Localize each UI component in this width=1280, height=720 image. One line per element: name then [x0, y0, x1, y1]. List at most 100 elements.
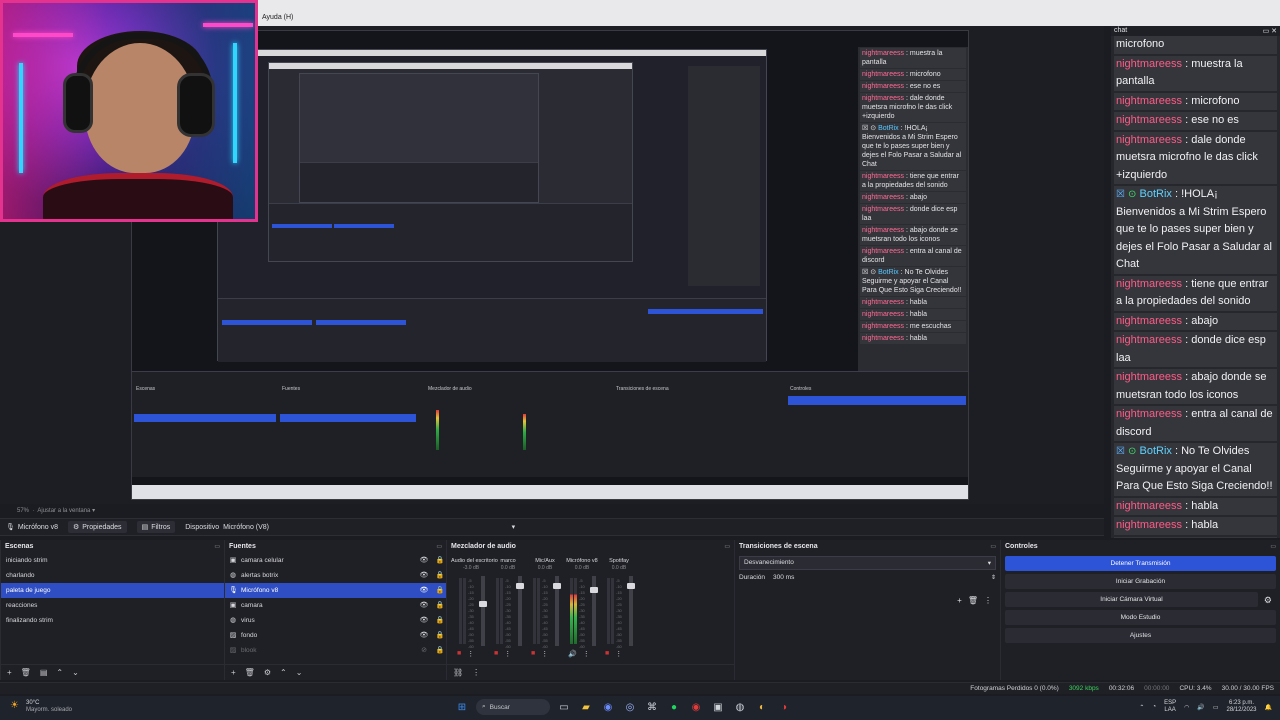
chat-username[interactable]: nightmareess — [862, 95, 904, 102]
dock-menu-icon[interactable]: ▭ — [214, 543, 220, 550]
close-icon[interactable]: ▭ ✕ — [1263, 27, 1277, 35]
more-icon[interactable]: ⋮ — [467, 650, 474, 658]
eye-icon[interactable]: 👁 — [418, 598, 430, 613]
chat-username[interactable]: nightmareess — [862, 299, 904, 306]
language-indicator[interactable]: ESP LAA — [1164, 700, 1176, 714]
chat-username[interactable]: BotRix — [878, 269, 899, 276]
source-item[interactable]: ▣ camara celular 👁 🔒 — [225, 553, 446, 568]
lock-icon[interactable]: 🔒 — [434, 643, 446, 658]
more-icon[interactable]: ⋮ — [541, 650, 548, 658]
teams-icon[interactable]: ◉ — [600, 699, 616, 715]
arrow-up-icon[interactable]: ⌃ — [56, 668, 63, 677]
start-virtual-camera-button[interactable]: Iniciar Cámara Virtual — [1005, 592, 1258, 607]
fader-handle[interactable] — [479, 600, 487, 607]
lock-icon[interactable]: 🔒 — [434, 598, 446, 613]
lock-icon[interactable]: 🔒 — [434, 568, 446, 583]
chat-username[interactable]: nightmareess — [1116, 95, 1182, 107]
chevron-down-icon[interactable]: ▾ — [92, 508, 95, 514]
muted-speaker-icon[interactable]: ■ — [605, 650, 609, 658]
fader-handle[interactable] — [627, 583, 635, 589]
duration-input[interactable]: 300 ms — [773, 574, 983, 581]
lock-icon[interactable]: 🔒 — [434, 583, 446, 598]
menu-help[interactable]: Ayuda (H) — [262, 14, 293, 21]
more-icon[interactable]: ⋮ — [583, 650, 590, 658]
add-icon[interactable]: + — [231, 668, 236, 677]
chat-username[interactable]: nightmareess — [1116, 134, 1182, 146]
dock-menu-icon[interactable]: ▭ — [436, 543, 442, 550]
arrow-down-icon[interactable]: ⌄ — [72, 668, 79, 677]
wifi-icon[interactable]: ◠ — [1184, 704, 1189, 711]
battery-icon[interactable]: ▭ — [1213, 704, 1219, 711]
record-icon[interactable]: ◉ — [688, 699, 704, 715]
chat-username[interactable]: nightmareess — [1116, 114, 1182, 126]
studio-mode-button[interactable]: Modo Estudio — [1005, 610, 1276, 625]
chat-username[interactable]: nightmareess — [1116, 371, 1182, 383]
windows-start-icon[interactable]: ⊞ — [454, 699, 470, 715]
device-select[interactable]: Micrófono (V8) ▾ — [223, 523, 519, 532]
chat-username[interactable]: nightmareess — [1116, 278, 1182, 290]
chrome-icon[interactable]: ◐ — [754, 699, 770, 715]
chat-username[interactable]: BotRix — [1139, 445, 1171, 457]
chat-username[interactable]: nightmareess — [1116, 315, 1182, 327]
volume-icon[interactable]: 🔊 — [1197, 704, 1204, 711]
fader-handle[interactable] — [590, 586, 598, 593]
chat-username[interactable]: nightmareess — [862, 335, 904, 342]
filters-button[interactable]: ▤ Filtros — [136, 521, 176, 533]
chat-username[interactable]: BotRix — [1139, 188, 1171, 200]
chat-username[interactable]: nightmareess — [862, 248, 904, 255]
taskbar-search[interactable]: ⌕ Buscar — [476, 699, 550, 715]
arrow-up-icon[interactable]: ⌃ — [280, 668, 287, 677]
clock[interactable]: 6:23 p.m. 28/12/2023 — [1226, 700, 1256, 714]
eye-icon[interactable]: 👁 — [418, 628, 430, 643]
chat-username[interactable]: nightmareess — [862, 173, 904, 180]
lock-icon[interactable]: 🔒 — [434, 613, 446, 628]
gear-icon[interactable]: ⚙ — [264, 668, 271, 677]
spinner-icon[interactable]: ⇕ — [991, 574, 996, 581]
filter-icon[interactable]: ▤ — [40, 668, 48, 677]
task-view-icon[interactable]: ▭ — [556, 699, 572, 715]
transition-select[interactable]: Desvanecimiento ▾ — [739, 556, 996, 570]
fit-window-label[interactable]: Ajustar a la ventana — [37, 508, 90, 514]
chat-username[interactable]: nightmareess — [862, 194, 904, 201]
chat-username[interactable]: nightmareess — [862, 50, 904, 57]
scene-item[interactable]: paleta de juego — [1, 583, 224, 598]
notifications-icon[interactable]: 🔔 — [1265, 704, 1272, 711]
folder-icon[interactable]: ▰ — [578, 699, 594, 715]
eye-icon[interactable]: 👁 — [418, 583, 430, 598]
gear-icon[interactable]: ⚙ — [1264, 595, 1272, 606]
spotify-icon[interactable]: ● — [666, 699, 682, 715]
chat-username[interactable]: nightmareess — [862, 227, 904, 234]
eye-icon[interactable]: 👁 — [418, 613, 430, 628]
add-icon[interactable]: + — [7, 668, 12, 677]
muted-speaker-icon[interactable]: ■ — [494, 650, 498, 658]
app-icon[interactable]: ▣ — [710, 699, 726, 715]
source-item[interactable]: ▨ blook ⊘ 🔒 — [225, 643, 446, 658]
more-icon[interactable]: ⋮ — [984, 596, 992, 605]
trash-icon[interactable]: 🗑 — [245, 668, 255, 677]
chat-username[interactable]: nightmareess — [1116, 334, 1182, 346]
scene-item[interactable]: iniciando strim — [1, 553, 224, 568]
more-icon[interactable]: ⋮ — [615, 650, 622, 658]
more-icon[interactable]: ⋮ — [504, 650, 511, 658]
speaker-icon[interactable]: 🔊 — [568, 650, 577, 658]
link-icon[interactable]: ⛓ — [453, 668, 463, 677]
chat-username[interactable]: nightmareess — [1116, 408, 1182, 420]
start-recording-button[interactable]: Iniciar Grabación — [1005, 574, 1276, 589]
fader-handle[interactable] — [516, 583, 524, 589]
source-item[interactable]: ◍ alertas botrix 👁 🔒 — [225, 568, 446, 583]
chat-username[interactable]: nightmareess — [1116, 500, 1182, 512]
chat-username[interactable]: nightmareess — [862, 83, 904, 90]
source-item[interactable]: ▣ camara 👁 🔒 — [225, 598, 446, 613]
chat-username[interactable]: nightmareess — [862, 311, 904, 318]
eye-icon[interactable]: 👁 — [418, 568, 430, 583]
scene-item[interactable]: charlando — [1, 568, 224, 583]
chat-username[interactable]: nightmareess — [1116, 58, 1182, 70]
more-icon[interactable]: ⋮ — [472, 668, 480, 677]
obs-icon[interactable]: ◍ — [732, 699, 748, 715]
trash-icon[interactable]: 🗑 — [968, 596, 978, 605]
dock-menu-icon[interactable]: ▭ — [724, 543, 730, 550]
eye-icon[interactable]: 👁 — [418, 553, 430, 568]
lock-icon[interactable]: 🔒 — [434, 553, 446, 568]
chat-username[interactable]: BotRix — [878, 125, 899, 132]
zoom-level[interactable]: 57% — [17, 508, 29, 514]
